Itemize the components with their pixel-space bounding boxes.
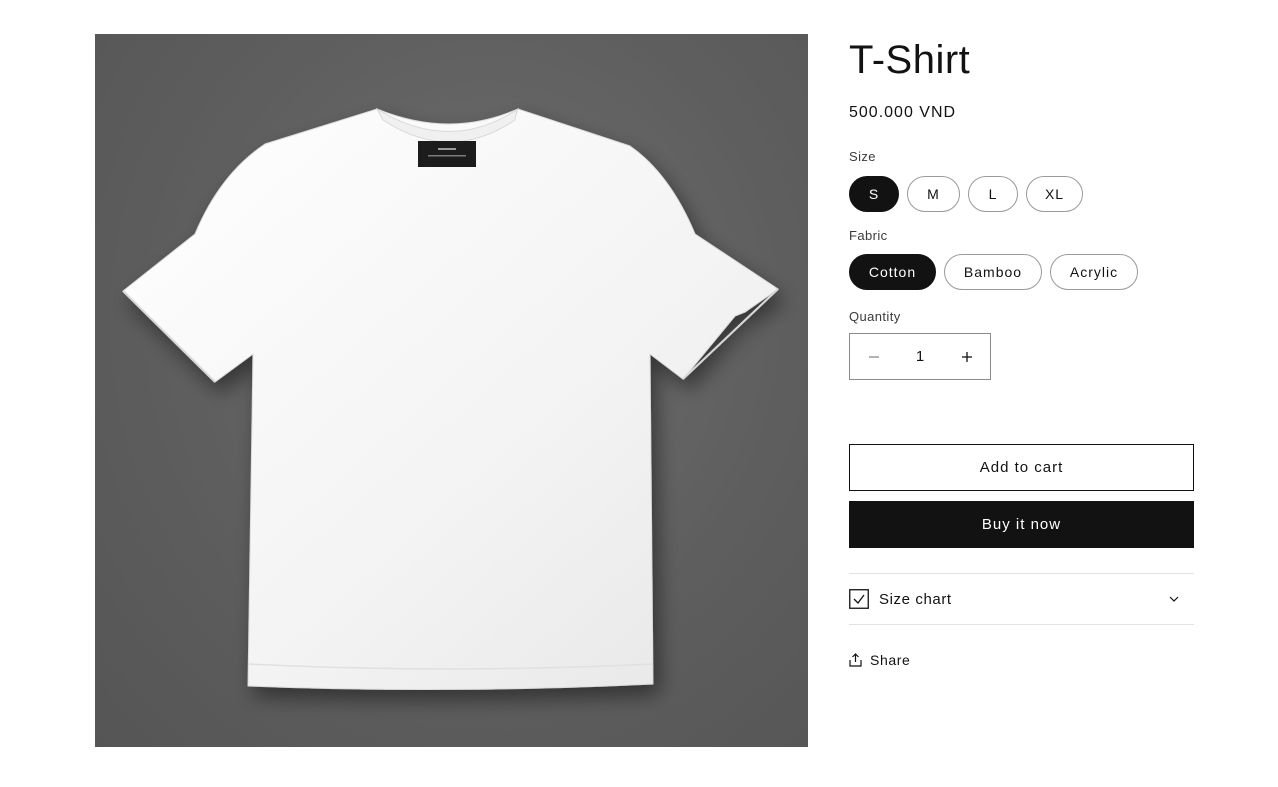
size-option-s[interactable]: S [849, 176, 899, 212]
size-options: S M L XL [849, 176, 1083, 212]
size-label: Size [849, 149, 876, 164]
tshirt-image [122, 107, 779, 691]
fabric-option-cotton[interactable]: Cotton [849, 254, 936, 290]
product-image[interactable] [95, 34, 808, 747]
quantity-decrease-button[interactable] [850, 334, 897, 379]
size-option-l[interactable]: L [968, 176, 1018, 212]
size-option-m[interactable]: M [907, 176, 960, 212]
buy-it-now-button[interactable]: Buy it now [849, 501, 1194, 548]
size-option-xl[interactable]: XL [1026, 176, 1083, 212]
plus-icon [961, 351, 972, 362]
size-chart-toggle[interactable]: Size chart [849, 573, 1194, 625]
product-page: T-Shirt 500.000 VND Size S M L XL Fabric… [0, 0, 1278, 787]
quantity-input[interactable] [897, 348, 943, 365]
quantity-label: Quantity [849, 309, 901, 324]
chevron-down-icon [1169, 596, 1179, 602]
product-title: T-Shirt [849, 38, 971, 82]
share-label: Share [870, 652, 911, 668]
quantity-increase-button[interactable] [943, 334, 990, 379]
minus-icon [868, 355, 879, 358]
quantity-stepper [849, 333, 991, 380]
product-price: 500.000 VND [849, 104, 957, 121]
share-button[interactable]: Share [849, 652, 910, 668]
checkbox-icon [849, 589, 869, 609]
share-icon [849, 653, 862, 667]
fabric-option-bamboo[interactable]: Bamboo [944, 254, 1042, 290]
fabric-label: Fabric [849, 228, 888, 243]
size-chart-label: Size chart [879, 590, 952, 608]
add-to-cart-button[interactable]: Add to cart [849, 444, 1194, 491]
fabric-option-acrylic[interactable]: Acrylic [1050, 254, 1138, 290]
fabric-options: Cotton Bamboo Acrylic [849, 254, 1138, 290]
